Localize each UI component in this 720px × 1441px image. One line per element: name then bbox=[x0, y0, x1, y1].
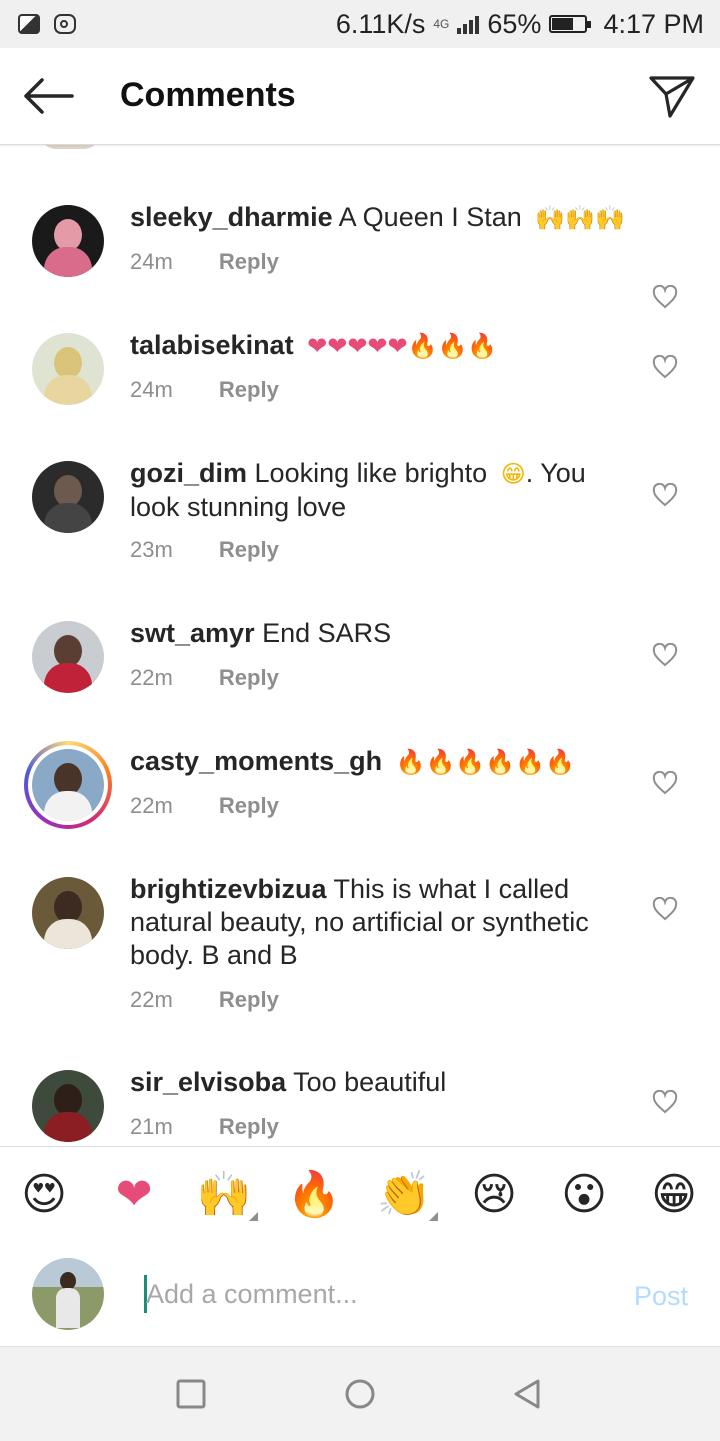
comment-time: 21m bbox=[130, 1114, 173, 1139]
page-title: Comments bbox=[120, 76, 296, 114]
comment-text: End SARS bbox=[262, 618, 392, 648]
like-heart-icon[interactable] bbox=[652, 483, 678, 507]
like-heart-icon[interactable] bbox=[652, 771, 678, 795]
recents-square-icon[interactable] bbox=[174, 1377, 208, 1411]
back-arrow-icon bbox=[24, 78, 74, 114]
comment-text: Too beautiful bbox=[293, 1067, 447, 1097]
like-heart-icon[interactable] bbox=[652, 643, 678, 667]
avatar[interactable] bbox=[32, 621, 104, 693]
surprised-emoji-button[interactable]: 😮 bbox=[554, 1167, 614, 1223]
avatar[interactable] bbox=[32, 1070, 104, 1142]
comment-composer: Post bbox=[0, 1245, 720, 1345]
reply-button[interactable]: Reply bbox=[219, 377, 279, 402]
battery-percent: 65% bbox=[487, 8, 542, 39]
reply-button[interactable]: Reply bbox=[219, 537, 279, 562]
avatar[interactable] bbox=[32, 877, 104, 949]
like-heart-icon[interactable] bbox=[652, 1090, 678, 1114]
comment-time: 24m bbox=[130, 377, 173, 402]
grinning-emoji-button[interactable]: 😁 bbox=[644, 1167, 704, 1223]
comment-emoji: ❤❤❤❤❤🔥🔥🔥 bbox=[307, 333, 498, 361]
battery-icon bbox=[549, 15, 592, 33]
back-button[interactable] bbox=[22, 76, 74, 116]
comment-text: Looking like brighto bbox=[254, 458, 488, 488]
comment-username[interactable]: casty_moments_gh bbox=[130, 746, 382, 776]
share-button[interactable] bbox=[648, 72, 696, 120]
reply-button[interactable]: Reply bbox=[219, 987, 279, 1012]
post-button[interactable]: Post bbox=[634, 1281, 688, 1312]
comment-username[interactable]: talabisekinat bbox=[130, 330, 294, 360]
comment-username[interactable]: sir_elvisoba bbox=[130, 1067, 286, 1097]
home-circle-icon[interactable] bbox=[343, 1377, 377, 1411]
like-heart-icon[interactable] bbox=[652, 897, 678, 921]
avatar bbox=[32, 749, 104, 821]
back-triangle-icon[interactable] bbox=[510, 1377, 544, 1411]
comment-time: 22m bbox=[130, 987, 173, 1012]
gallery-notification-icon bbox=[18, 14, 40, 34]
comment-time: 22m bbox=[130, 665, 173, 690]
reply-button[interactable]: Reply bbox=[219, 1114, 279, 1139]
story-ring[interactable] bbox=[24, 741, 112, 829]
network-type: 4G bbox=[433, 17, 450, 31]
avatar[interactable] bbox=[32, 333, 104, 405]
comment-emoji: 🔥🔥🔥🔥🔥🔥 bbox=[395, 749, 575, 777]
comment-emoji: 🙌🙌🙌 bbox=[535, 205, 625, 233]
heart-eyes-emoji-button[interactable]: 😍 bbox=[14, 1167, 74, 1223]
comments-list[interactable]: sleeky_dharmie A Queen I Stan 🙌🙌🙌 24m Re… bbox=[0, 145, 720, 1145]
avatar[interactable] bbox=[32, 461, 104, 533]
clapping-emoji-button[interactable]: 👏 bbox=[374, 1167, 438, 1223]
raised-hands-emoji-button[interactable]: 🙌 bbox=[194, 1167, 258, 1223]
direct-message-icon bbox=[649, 76, 695, 118]
network-speed: 6.11K/s bbox=[335, 8, 426, 39]
top-app-bar: Comments bbox=[0, 48, 720, 145]
previous-avatar-edge bbox=[40, 145, 100, 149]
reply-button[interactable]: Reply bbox=[219, 249, 279, 274]
crying-emoji-button[interactable]: 😢 bbox=[464, 1167, 524, 1223]
system-nav-bar bbox=[0, 1346, 720, 1441]
comment-username[interactable]: sleeky_dharmie bbox=[130, 202, 333, 232]
status-bar: 6.11K/s 4G 65% 4:17 PM bbox=[0, 0, 720, 48]
avatar[interactable] bbox=[32, 205, 104, 277]
comment-time: 22m bbox=[130, 793, 173, 818]
comment-username[interactable]: brightizevbizua bbox=[130, 874, 327, 904]
my-avatar bbox=[32, 1258, 104, 1330]
instagram-notification-icon bbox=[54, 14, 76, 34]
like-heart-icon[interactable] bbox=[652, 355, 678, 379]
comment-time: 24m bbox=[130, 249, 173, 274]
reply-button[interactable]: Reply bbox=[219, 665, 279, 690]
fire-emoji-button[interactable]: 🔥 bbox=[284, 1167, 344, 1223]
signal-icon bbox=[457, 14, 480, 34]
reply-button[interactable]: Reply bbox=[219, 793, 279, 818]
comment-username[interactable]: swt_amyr bbox=[130, 618, 255, 648]
comment-username[interactable]: gozi_dim bbox=[130, 458, 247, 488]
like-heart-icon[interactable] bbox=[652, 285, 678, 309]
comment-time: 23m bbox=[130, 537, 173, 562]
quick-emoji-bar: 😍 ❤ 🙌 🔥 👏 😢 😮 😁 bbox=[0, 1146, 720, 1246]
comment-input[interactable] bbox=[146, 1273, 606, 1315]
comment-emoji: 😁 bbox=[500, 461, 526, 489]
clock: 4:17 PM bbox=[603, 8, 704, 39]
red-heart-emoji-button[interactable]: ❤ bbox=[104, 1167, 164, 1223]
comment-text: A Queen I Stan bbox=[338, 202, 522, 232]
